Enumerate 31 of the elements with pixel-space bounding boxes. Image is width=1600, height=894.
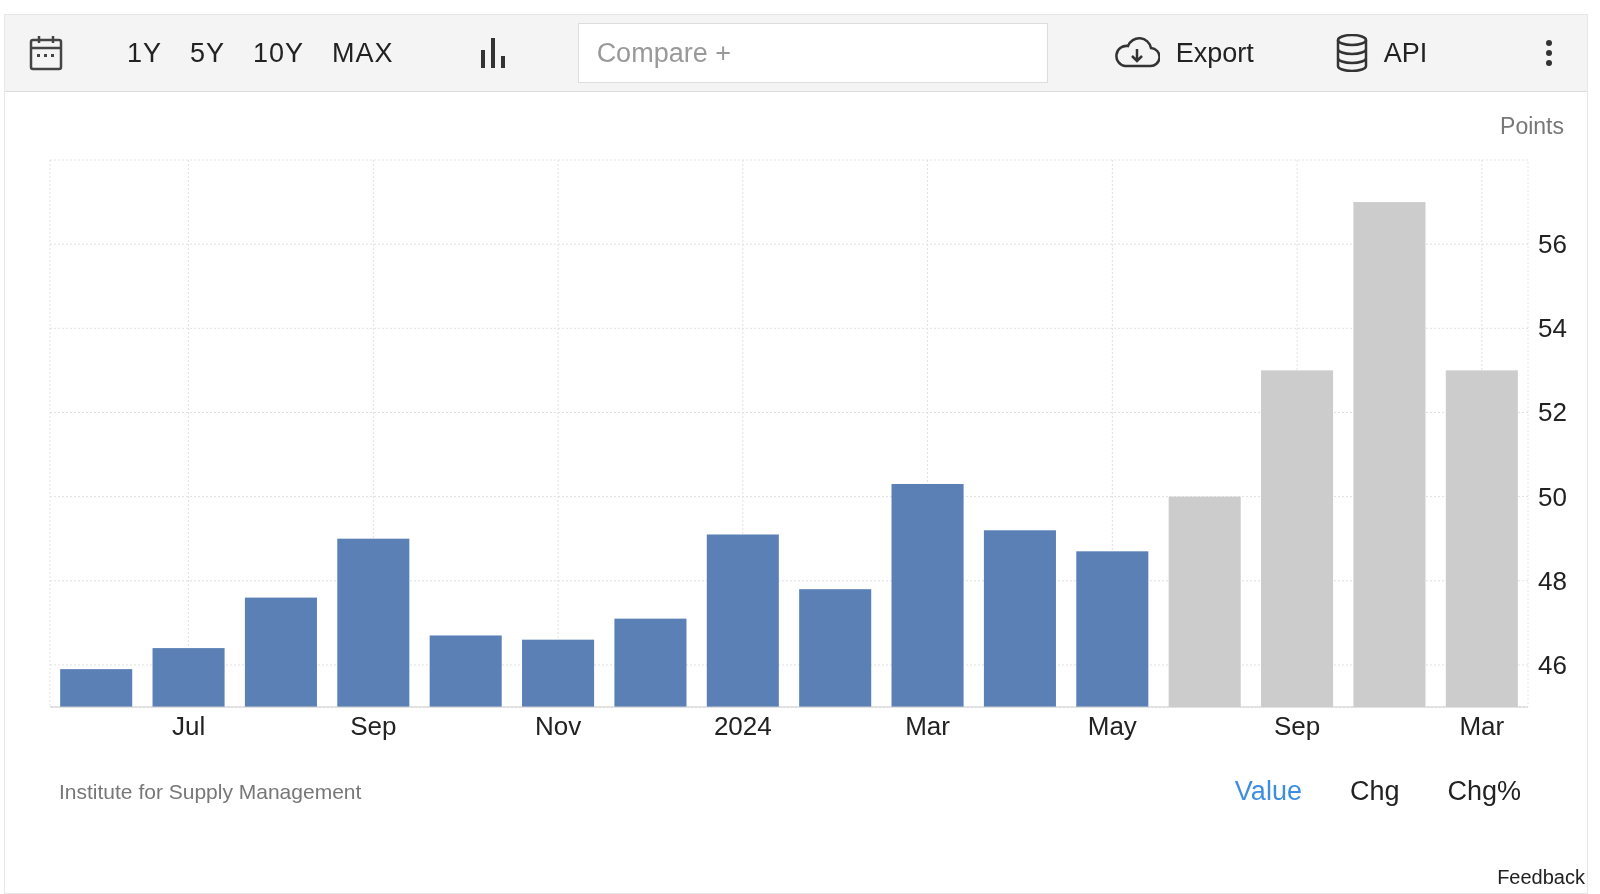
axis-label: 2024 [713, 711, 772, 741]
axis-label: 48 [1538, 565, 1567, 596]
range-button[interactable]: MAX [318, 37, 408, 69]
cloud-download-icon [1113, 37, 1160, 69]
tab[interactable]: Chg [1301, 776, 1400, 807]
axis-label: 54 [1538, 313, 1567, 344]
axis-label: Mar [905, 711, 950, 741]
api-button[interactable]: API [1329, 33, 1434, 73]
feedback-link[interactable]: Feedback [1497, 866, 1585, 889]
more-options-icon[interactable] [1545, 39, 1553, 67]
compare-field[interactable]: Compare + [577, 23, 1048, 83]
bar-chart-icon[interactable] [479, 38, 506, 68]
axis-label: Jul [171, 711, 206, 741]
axis-label: Nov [534, 711, 582, 741]
range-button[interactable]: 10Y [239, 37, 319, 69]
export-button[interactable]: Export [1107, 36, 1260, 70]
axis-label: 46 [1538, 649, 1567, 680]
source-text: Institute for Supply Management [59, 779, 362, 804]
axis-title: Points [1500, 113, 1564, 139]
calendar-icon[interactable] [29, 35, 63, 71]
range-button[interactable]: 5Y [176, 37, 240, 69]
range-button[interactable]: 1Y [113, 37, 177, 69]
database-icon [1335, 34, 1368, 72]
axis-label: Mar [1459, 711, 1505, 741]
axis-label: Sep [350, 711, 397, 741]
axis-label: 50 [1538, 481, 1567, 512]
axis-label: May [1087, 711, 1137, 741]
tab[interactable]: Chg% [1399, 776, 1521, 807]
axis-label: 52 [1538, 397, 1567, 428]
axis-label: 56 [1538, 229, 1567, 260]
axis-label: Sep [1273, 711, 1321, 741]
